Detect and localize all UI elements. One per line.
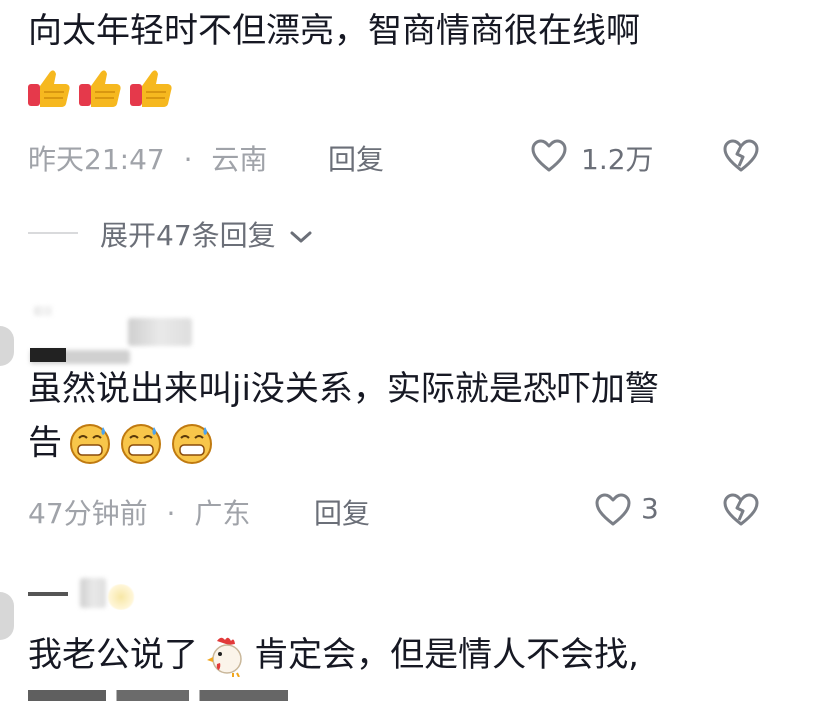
comment-2-meta: 47分钟前 · 广东	[28, 492, 250, 532]
grinning-sweat-emoji-icon	[121, 424, 162, 464]
broken-heart-icon	[723, 139, 759, 172]
meta-separator: ·	[183, 143, 193, 176]
comment-1-like-button[interactable]	[530, 138, 568, 178]
comment-2-text: 虽然说出来叫ji没关系，实际就是恐吓加警	[28, 369, 659, 409]
comment-2-like-button[interactable]	[594, 492, 632, 532]
username-emoji-blurred	[106, 584, 136, 610]
comment-1-location: 云南	[211, 143, 268, 176]
thumbs-up-icon	[79, 70, 121, 107]
comment-1-like-count: 1.2万	[581, 143, 654, 176]
comment-2-dislike-button[interactable]	[722, 492, 760, 532]
comment-2-like-count: 3	[641, 492, 659, 525]
comment-3-text-a: 我老公说了	[28, 635, 198, 675]
chevron-down-icon	[290, 231, 312, 243]
grinning-sweat-emoji-icon	[70, 424, 111, 464]
comment-2-reply-button[interactable]: 回复	[314, 492, 370, 532]
grinning-sweat-emoji-icon	[172, 424, 213, 464]
expand-replies-label: 展开47条回复	[100, 219, 276, 252]
comment-1-time: 昨天21:47	[28, 143, 165, 176]
broken-heart-icon	[723, 493, 759, 526]
comment-2-text-tail: 告	[28, 423, 62, 463]
comment-1-emoji-row	[26, 66, 174, 110]
avatar[interactable]	[0, 592, 14, 640]
avatar[interactable]	[0, 326, 14, 366]
comment-1-dislike-button[interactable]	[722, 138, 760, 178]
comment-1-meta: 昨天21:47 · 云南	[28, 138, 267, 178]
username-blurred	[34, 306, 52, 316]
username-blurred[interactable]	[80, 578, 106, 608]
comment-1-text: 向太年轻时不但漂亮，智商情商很在线啊	[28, 11, 640, 51]
username-blurred[interactable]	[128, 318, 192, 346]
rooster-emoji-icon	[207, 637, 242, 677]
username-fragment	[30, 348, 66, 362]
heart-outline-icon	[531, 139, 567, 172]
meta-separator: ·	[166, 497, 176, 530]
expand-replies-button[interactable]: 展开47条回复	[100, 214, 313, 254]
thumbs-up-icon	[130, 70, 172, 107]
expand-divider	[28, 232, 78, 234]
comment-2-time: 47分钟前	[28, 497, 148, 530]
comment-2-location: 广东	[194, 497, 251, 530]
username-fragment	[28, 592, 68, 596]
comment-3-text-b: 肯定会，但是情人不会找,	[254, 635, 639, 675]
comment-2-line2: 告	[28, 420, 215, 468]
heart-outline-icon	[595, 493, 631, 526]
comment-3-next-line-cutoff	[28, 690, 288, 701]
thumbs-up-icon	[28, 70, 70, 107]
comment-1-reply-button[interactable]: 回复	[328, 138, 384, 178]
comment-3-text: 我老公说了 肯定会，但是情人不会找,	[28, 632, 639, 680]
